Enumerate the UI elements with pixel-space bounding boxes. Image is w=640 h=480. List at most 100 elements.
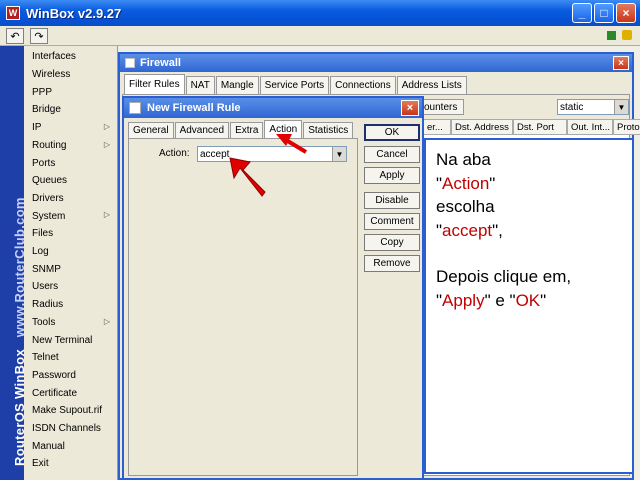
note-highlight: accept [442, 220, 493, 240]
sidebar-menu: Interfaces Wireless PPP Bridge IP ▷ Routing ▷ Po… [24, 46, 118, 480]
redo-icon[interactable]: ↷ [30, 28, 48, 44]
note-text: " [540, 290, 547, 310]
sidebar-item-label: System [32, 210, 66, 222]
sidebar-item-label: Ports [32, 157, 56, 169]
column-header[interactable]: er... [423, 119, 451, 135]
chain-filter-value: static [560, 101, 584, 113]
action-label: Action: [159, 148, 190, 159]
tab-action[interactable]: Action [264, 120, 303, 138]
note-text: " [489, 173, 496, 193]
tab-connections[interactable]: Connections [330, 76, 396, 94]
sidebar-item-bridge[interactable]: Bridge [24, 101, 118, 119]
sidebar-item-label: Tools [32, 316, 56, 328]
sidebar-item-new-terminal[interactable]: New Terminal [24, 331, 118, 349]
maximize-button[interactable]: □ [594, 3, 614, 23]
lock-icon [622, 30, 632, 40]
sidebar-item-snmp[interactable]: SNMP [24, 260, 118, 278]
note-text: Depois clique em, [436, 267, 572, 286]
sidebar-item-label: Manual [32, 440, 65, 452]
tab-address-lists[interactable]: Address Lists [396, 76, 467, 94]
sidebar-item-tools[interactable]: Tools ▷ [24, 314, 118, 332]
column-header[interactable]: Dst. Address [451, 119, 513, 135]
sidebar-item-password[interactable]: Password [24, 367, 118, 385]
sidebar-item-label: Radius [32, 299, 64, 311]
note-line: "Action" [436, 172, 622, 196]
sidebar-item-label: Drivers [32, 192, 64, 204]
copy-button[interactable]: Copy [364, 234, 420, 251]
window-title-bar[interactable]: W WinBox v2.9.27 _ □ × [0, 0, 640, 26]
sidebar-item-manual[interactable]: Manual [24, 437, 118, 455]
sidebar-item-users[interactable]: Users [24, 278, 118, 296]
remove-button[interactable]: Remove [364, 255, 420, 272]
sidebar-item-files[interactable]: Files [24, 225, 118, 243]
sidebar-item-interfaces[interactable]: Interfaces [24, 48, 118, 66]
tab-mangle[interactable]: Mangle [215, 76, 259, 94]
disable-button[interactable]: Disable [364, 192, 420, 209]
instruction-note: Na aba "Action" escolha "accept", Depois… [424, 138, 634, 474]
tab-filter-rules[interactable]: Filter Rules [124, 74, 185, 94]
dialog-window-icon [129, 102, 141, 114]
note-text: " e " [484, 290, 516, 310]
tab-advanced[interactable]: Advanced [174, 122, 230, 138]
chevron-down-icon[interactable]: ▼ [614, 100, 628, 114]
sidebar-item-make-supout-rif[interactable]: Make Supout.rif [24, 402, 118, 420]
sidebar-item-certificate[interactable]: Certificate [24, 384, 118, 402]
tab-service-ports[interactable]: Service Ports [259, 76, 330, 94]
firewall-close-button[interactable]: × [613, 56, 629, 70]
column-header[interactable]: Proto... [613, 119, 640, 135]
new-firewall-rule-dialog: New Firewall Rule × General Advanced Ext… [122, 96, 424, 480]
sidebar-item-queues[interactable]: Queues [24, 172, 118, 190]
sidebar-item-ip[interactable]: IP ▷ [24, 119, 118, 137]
sidebar-item-label: Telnet [32, 352, 59, 364]
note-highlight: Action [442, 173, 490, 193]
chain-filter-select[interactable]: static ▼ [557, 99, 629, 115]
connection-status-icon [607, 31, 616, 40]
note-line: "Apply" e "OK" [436, 289, 622, 313]
sidebar-item-ports[interactable]: Ports [24, 154, 118, 172]
sidebar-item-routing[interactable]: Routing ▷ [24, 137, 118, 155]
sidebar-item-ppp[interactable]: PPP [24, 83, 118, 101]
dialog-close-button[interactable]: × [401, 100, 419, 116]
sidebar-item-radius[interactable]: Radius [24, 296, 118, 314]
sidebar-item-exit[interactable]: Exit [24, 455, 118, 473]
window-title: WinBox v2.9.27 [26, 5, 122, 21]
rules-table-header: er... Dst. Address Dst. Port Out. Int...… [423, 119, 640, 135]
brand-strip: RouterOS WinBox www.RouterClub.com [0, 46, 27, 480]
sidebar-item-wireless[interactable]: Wireless [24, 66, 118, 84]
sidebar-item-label: PPP [32, 86, 53, 98]
action-select-value: accept [200, 148, 230, 160]
undo-icon[interactable]: ↶ [6, 28, 24, 44]
tab-extra[interactable]: Extra [230, 122, 264, 138]
tab-nat[interactable]: NAT [185, 76, 215, 94]
tab-general[interactable]: General [128, 122, 174, 138]
dialog-title-bar[interactable]: New Firewall Rule [124, 98, 422, 118]
chevron-down-icon[interactable]: ▼ [332, 147, 346, 161]
sidebar-item-system[interactable]: System ▷ [24, 207, 118, 225]
reset-counters-button[interactable]: ounters [417, 99, 465, 115]
column-header[interactable]: Out. Int... [567, 119, 613, 135]
apply-button[interactable]: Apply [364, 167, 420, 184]
sidebar-item-log[interactable]: Log [24, 243, 118, 261]
sidebar-item-label: SNMP [32, 263, 61, 275]
sidebar-item-drivers[interactable]: Drivers [24, 190, 118, 208]
note-highlight: Apply [442, 290, 485, 310]
ok-button[interactable]: OK [364, 124, 420, 141]
sidebar-item-label: Routing [32, 139, 67, 151]
cancel-button[interactable]: Cancel [364, 146, 420, 163]
firewall-title-bar[interactable]: Firewall [120, 54, 632, 72]
note-text: ", [492, 220, 503, 240]
sidebar-item-label: Wireless [32, 69, 71, 81]
close-window-button[interactable]: × [616, 3, 636, 23]
column-header[interactable]: Dst. Port [513, 119, 567, 135]
action-select[interactable]: accept ▼ [197, 146, 347, 162]
sidebar-item-telnet[interactable]: Telnet [24, 349, 118, 367]
action-tab-panel: Action: accept ▼ [128, 138, 358, 476]
comment-button[interactable]: Comment [364, 213, 420, 230]
tab-statistics[interactable]: Statistics [303, 122, 354, 138]
dialog-tabs: General Advanced Extra Action Statistics [128, 120, 354, 138]
sidebar-item-label: New Terminal [32, 334, 93, 346]
note-line: Depois clique em, [436, 265, 622, 289]
sidebar-item-isdn-channels[interactable]: ISDN Channels [24, 420, 118, 438]
minimize-button[interactable]: _ [572, 3, 592, 23]
dialog-title: New Firewall Rule [147, 102, 241, 114]
